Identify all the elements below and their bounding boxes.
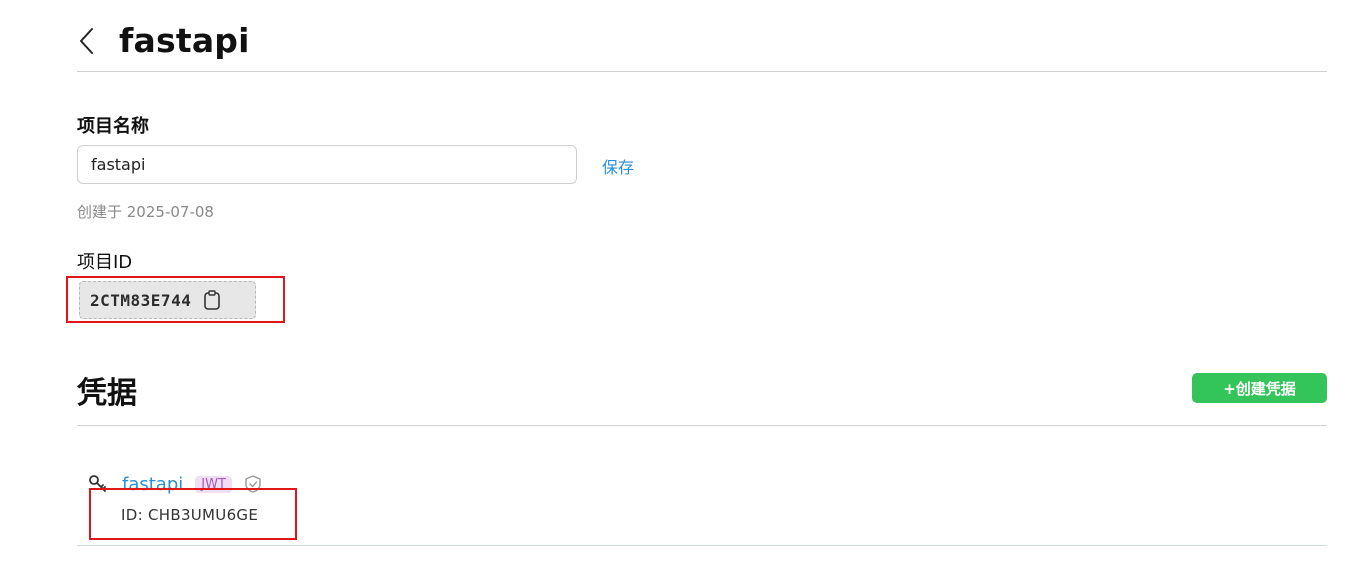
project-detail-page: fastapi 项目名称 保存 创建于 2025-07-08 项目ID 2CTM… — [0, 0, 1350, 564]
credential-name-link[interactable]: fastapi — [122, 474, 183, 495]
clipboard-icon[interactable] — [203, 290, 221, 310]
project-name-input[interactable] — [77, 145, 577, 184]
page-header: fastapi — [77, 14, 1327, 72]
jwt-badge: JWT — [195, 475, 232, 493]
project-id-copy-chip[interactable]: 2CTM83E744 — [79, 281, 256, 319]
project-name-label: 项目名称 — [77, 116, 149, 137]
created-date-text: 创建于 2025-07-08 — [77, 203, 214, 221]
chevron-left-icon — [80, 27, 93, 54]
credential-list-item: fastapi JWT ID: CHB3UMU6GE — [77, 462, 1327, 546]
credentials-section-header: 凭据 +创建凭据 — [77, 360, 1327, 426]
page-title: fastapi — [119, 21, 250, 60]
key-icon — [88, 474, 108, 494]
project-id-label: 项目ID — [77, 252, 133, 273]
credential-id-text: ID: CHB3UMU6GE — [121, 506, 259, 524]
back-button[interactable] — [77, 21, 107, 61]
project-id-value: 2CTM83E744 — [90, 290, 192, 310]
shield-check-icon — [244, 474, 262, 494]
credential-row: fastapi JWT — [88, 470, 262, 498]
credentials-title: 凭据 — [77, 376, 137, 411]
create-credential-button[interactable]: +创建凭据 — [1192, 373, 1327, 403]
save-button[interactable]: 保存 — [602, 154, 634, 178]
